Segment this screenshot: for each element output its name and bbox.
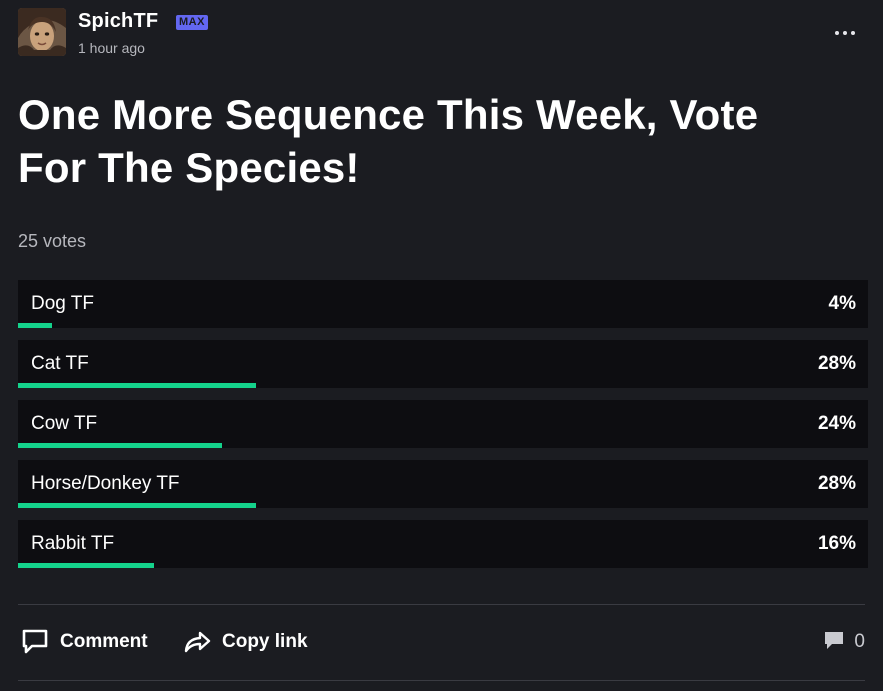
poll-option-label: Rabbit TF bbox=[31, 533, 115, 554]
poll-option-cow[interactable]: Cow TF 24% bbox=[18, 400, 868, 448]
poll-option-bar bbox=[18, 563, 154, 568]
comment-count[interactable]: 0 bbox=[822, 622, 865, 662]
share-arrow-icon bbox=[182, 627, 212, 657]
poll: Dog TF 4% Cat TF 28% Cow TF 24% Horse/Do… bbox=[18, 280, 868, 580]
post-title: One More Sequence This Week, Vote For Th… bbox=[18, 91, 759, 191]
copy-link-button[interactable]: Copy link bbox=[182, 622, 308, 662]
poll-option-bar bbox=[18, 383, 256, 388]
actions-divider-bottom bbox=[18, 680, 865, 681]
poll-option-label: Dog TF bbox=[31, 293, 95, 314]
poll-vote-count: 25 votes bbox=[18, 231, 87, 251]
poll-option-bar bbox=[18, 323, 52, 328]
more-options-icon[interactable] bbox=[833, 20, 861, 44]
comment-count-icon bbox=[822, 628, 846, 657]
poll-option-dog[interactable]: Dog TF 4% bbox=[18, 280, 868, 328]
poll-option-bar bbox=[18, 443, 222, 448]
poll-option-rabbit[interactable]: Rabbit TF 16% bbox=[18, 520, 868, 568]
poll-option-percent: 16% bbox=[817, 533, 856, 554]
poll-option-bar bbox=[18, 503, 256, 508]
post-actions: Comment Copy link 0 bbox=[18, 622, 865, 662]
speech-bubble-icon bbox=[20, 627, 50, 657]
poll-option-horse-donkey[interactable]: Horse/Donkey TF 28% bbox=[18, 460, 868, 508]
poll-option-percent: 28% bbox=[817, 473, 856, 494]
author-avatar[interactable] bbox=[18, 8, 66, 56]
post-timestamp[interactable]: 1 hour ago bbox=[78, 40, 145, 56]
comment-button[interactable]: Comment bbox=[20, 622, 148, 662]
poll-option-cat[interactable]: Cat TF 28% bbox=[18, 340, 868, 388]
poll-option-label: Cow TF bbox=[31, 413, 98, 434]
poll-option-percent: 4% bbox=[828, 293, 856, 314]
post-header: SpichTF MAX 1 hour ago bbox=[18, 8, 865, 58]
comment-label: Comment bbox=[60, 631, 148, 652]
copy-link-label: Copy link bbox=[222, 631, 308, 652]
actions-divider-top bbox=[18, 604, 865, 605]
poll-option-label: Cat TF bbox=[31, 353, 89, 374]
poll-option-label: Horse/Donkey TF bbox=[31, 473, 180, 494]
membership-badge: MAX bbox=[176, 15, 208, 30]
comment-count-value: 0 bbox=[854, 631, 865, 652]
author-name[interactable]: SpichTF bbox=[78, 10, 158, 33]
poll-option-percent: 28% bbox=[817, 353, 856, 374]
poll-option-percent: 24% bbox=[817, 413, 856, 434]
